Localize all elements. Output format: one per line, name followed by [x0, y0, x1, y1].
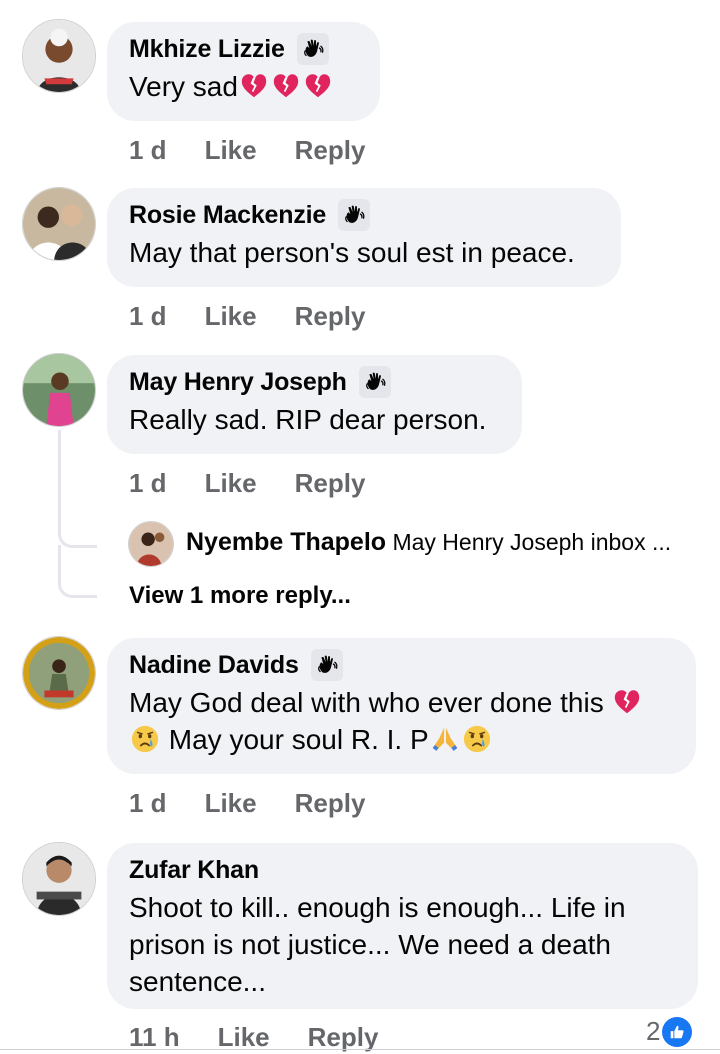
comment-text: May God deal with who ever done this	[129, 687, 604, 718]
broken-heart-icon	[239, 71, 269, 101]
comment-actions: 1 d Like Reply	[129, 468, 403, 499]
commenter-name[interactable]: May Henry Joseph	[129, 368, 347, 397]
commenter-name[interactable]: Zufar Khan	[129, 856, 259, 885]
avatar[interactable]	[22, 353, 96, 427]
thumbs-up-icon	[662, 1016, 693, 1047]
wave-icon	[310, 649, 343, 681]
reaction-count-value: 2	[646, 1016, 661, 1046]
like-button[interactable]: Like	[205, 301, 257, 332]
broken-heart-icon	[612, 687, 642, 717]
avatar[interactable]	[128, 521, 174, 567]
timestamp[interactable]: 1 d	[129, 301, 167, 332]
comment-actions: 1 d Like Reply	[129, 788, 403, 819]
thread-connector	[58, 545, 97, 598]
avatar[interactable]	[22, 842, 96, 916]
timestamp[interactable]: 1 d	[129, 468, 167, 499]
reply-button[interactable]: Reply	[295, 135, 366, 166]
comment-bubble: Rosie Mackenzie May that person's soul e…	[107, 188, 621, 287]
comment-bubble: Zufar Khan Shoot to kill.. enough is eno…	[107, 843, 698, 1009]
commenter-name[interactable]: Nadine Davids	[129, 651, 299, 680]
avatar[interactable]	[22, 19, 96, 93]
timestamp[interactable]: 1 d	[129, 788, 167, 819]
like-button[interactable]: Like	[205, 135, 257, 166]
comment-bubble: Nadine Davids May God deal with who ever…	[107, 638, 696, 774]
folded-hands-icon	[430, 724, 460, 754]
reply-button[interactable]: Reply	[295, 468, 366, 499]
comment-text: Shoot to kill.. enough is enough... Life…	[129, 892, 626, 997]
reply-button[interactable]: Reply	[295, 788, 366, 819]
comment-actions: 1 d Like Reply	[129, 301, 403, 332]
wave-icon	[358, 366, 391, 398]
reply-author[interactable]: Nyembe Thapelo	[186, 528, 386, 556]
crying-face-icon	[130, 724, 160, 754]
like-button[interactable]: Like	[205, 468, 257, 499]
wave-icon	[296, 33, 329, 65]
commenter-name[interactable]: Rosie Mackenzie	[129, 201, 326, 230]
comment-bubble: Mkhize Lizzie Very sad	[107, 22, 380, 121]
reply-text: May Henry Joseph inbox ...	[392, 529, 672, 555]
comment-text: May that person's soul est in peace.	[129, 237, 575, 268]
comment-text: Very sad	[129, 71, 238, 102]
broken-heart-icon	[303, 71, 333, 101]
broken-heart-icon	[271, 71, 301, 101]
wave-icon	[338, 199, 371, 231]
avatar[interactable]	[22, 187, 96, 261]
reply-preview[interactable]: Nyembe Thapelo May Henry Joseph inbox ..…	[186, 528, 671, 557]
comment-actions: 1 d Like Reply	[129, 135, 403, 166]
like-button[interactable]: Like	[205, 788, 257, 819]
view-more-replies-link[interactable]: View 1 more reply...	[129, 582, 351, 610]
thread-connector	[58, 430, 97, 548]
comment-text: Really sad. RIP dear person.	[129, 404, 487, 435]
comment-bubble: May Henry Joseph Really sad. RIP dear pe…	[107, 355, 522, 454]
comment-text-container: Very sad	[129, 68, 358, 105]
commenter-name[interactable]: Mkhize Lizzie	[129, 35, 285, 64]
timestamp[interactable]: 1 d	[129, 135, 167, 166]
avatar[interactable]	[22, 636, 96, 710]
reaction-count[interactable]: 2	[646, 1016, 693, 1047]
divider	[0, 1049, 720, 1050]
crying-face-icon	[462, 724, 492, 754]
comment-text-container: May God deal with who ever done this May…	[129, 684, 674, 758]
comment-text: May your soul R. I. P	[161, 724, 429, 755]
reply-button[interactable]: Reply	[295, 301, 366, 332]
